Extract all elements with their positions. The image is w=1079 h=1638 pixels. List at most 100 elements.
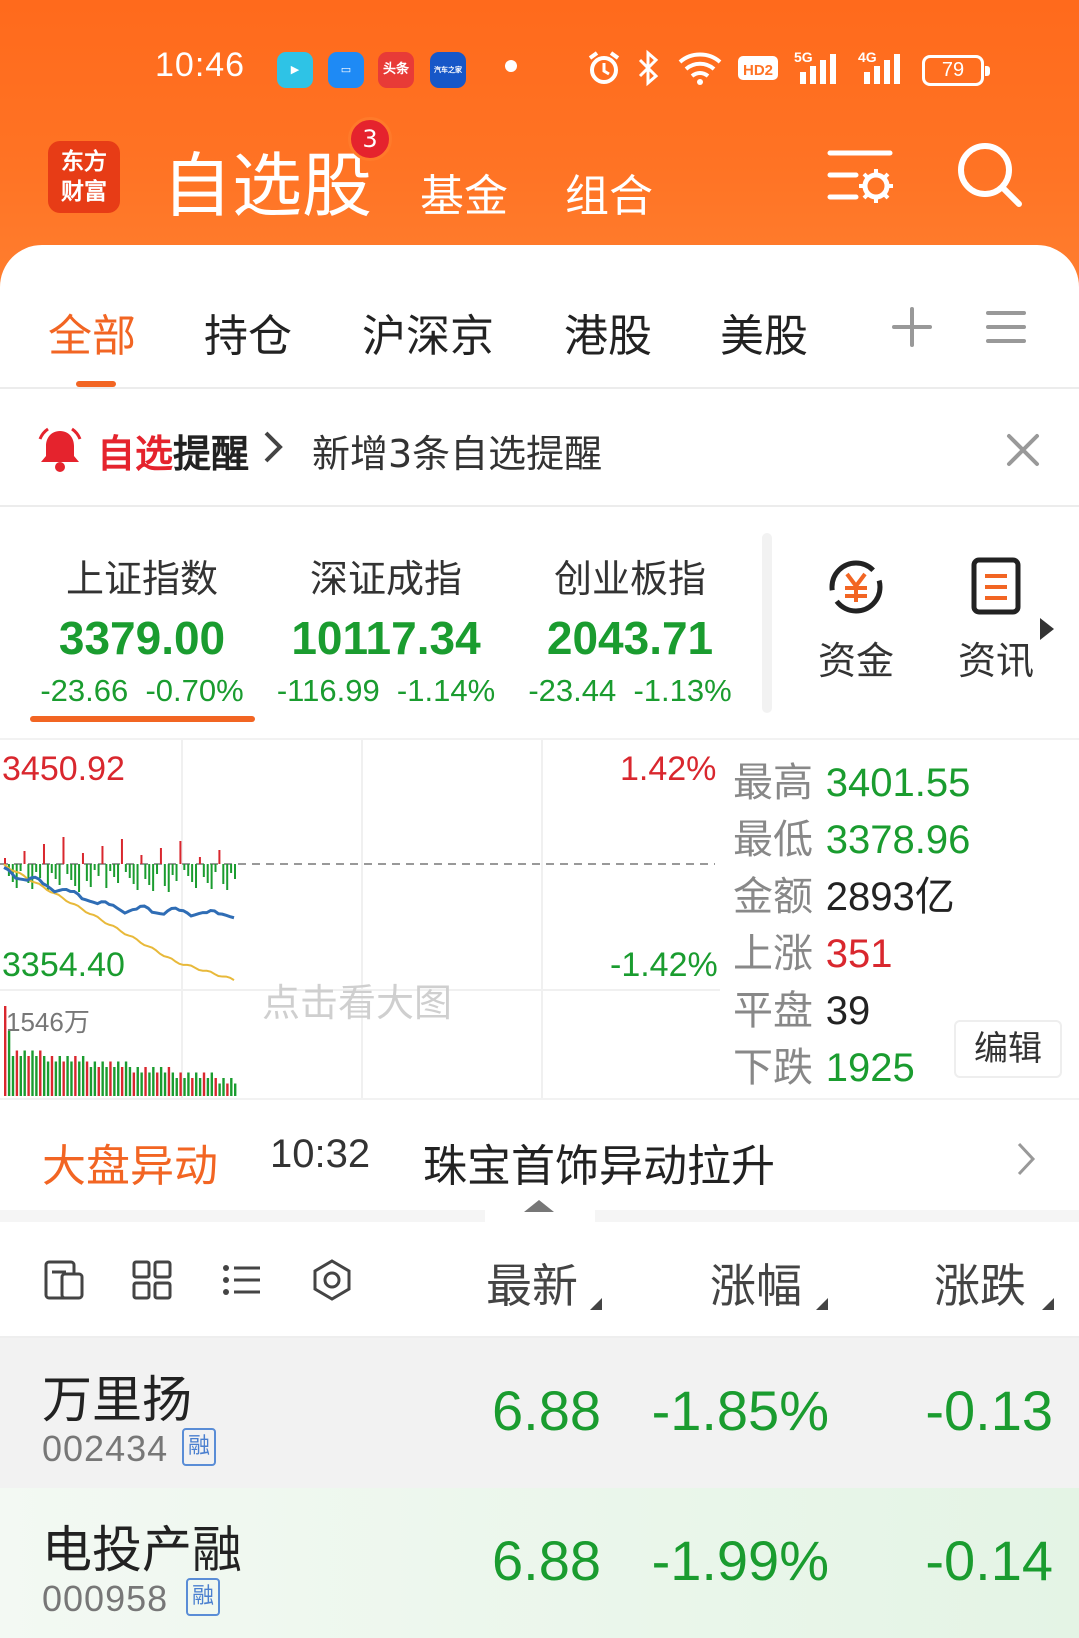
volume-bar	[132, 1072, 136, 1096]
tab-a-shares[interactable]: 沪深京	[362, 300, 494, 364]
index-name: 深证成指	[309, 557, 462, 601]
grid-view-icon[interactable]	[130, 1258, 174, 1302]
target-view-icon[interactable]	[310, 1258, 354, 1302]
scroll-right-icon[interactable]	[1040, 618, 1054, 640]
volume-bar	[191, 1078, 194, 1096]
volume-bar	[46, 1061, 50, 1096]
stock-change-pct: -1.85%	[651, 1379, 829, 1442]
diff-bar	[50, 864, 53, 873]
movement-title: 大盘异动	[42, 1141, 218, 1192]
tab-us-stocks[interactable]: 美股	[720, 300, 808, 364]
volume-bar	[120, 1067, 124, 1096]
index-szse[interactable]: 深证成指 10117.34 -116.99 -1.14%	[266, 548, 506, 709]
diff-bar	[191, 864, 194, 882]
col-change[interactable]: 涨跌	[934, 1250, 1026, 1316]
col-latest[interactable]: 最新	[486, 1250, 578, 1316]
index-chinext[interactable]: 创业板指 2043.71 -23.44 -1.13%	[510, 548, 750, 709]
bluetooth-icon	[638, 49, 659, 87]
diff-bar	[4, 858, 6, 864]
volume-bar	[35, 1056, 38, 1096]
stock-code: 002434	[42, 1428, 169, 1469]
alert-title: 提醒	[173, 432, 250, 476]
tab-portfolio[interactable]: 组合	[565, 160, 653, 224]
diff-bar	[152, 864, 155, 891]
autohome-app-icon: 汽车之家	[430, 52, 466, 88]
diff-bar	[15, 864, 18, 888]
market-tabs: 全部 持仓 沪深京 港股 美股	[0, 245, 1079, 389]
add-group-icon[interactable]	[890, 305, 934, 349]
menu-icon[interactable]	[986, 307, 1026, 347]
diff-bar	[230, 864, 233, 873]
tab-holdings[interactable]: 持仓	[204, 300, 292, 364]
logo-line2: 财富	[61, 179, 107, 205]
volume-bar	[175, 1078, 178, 1096]
volume-bar	[105, 1067, 108, 1096]
volume-bar	[101, 1061, 104, 1096]
volume-bar	[117, 1061, 120, 1096]
diff-bar	[179, 841, 182, 864]
stock-row[interactable]: 万里扬 002434 融 6.88 -1.85% -0.13	[0, 1338, 1079, 1488]
sort-icon	[590, 1298, 602, 1310]
tab-hk-stocks[interactable]: 港股	[564, 300, 652, 364]
index-name: 上证指数	[65, 557, 218, 601]
diff-bar	[187, 864, 190, 876]
volume-bar	[202, 1072, 206, 1096]
col-change-pct[interactable]: 涨幅	[710, 1250, 802, 1316]
volume-bar	[85, 1061, 89, 1096]
list-settings-icon[interactable]	[826, 145, 896, 209]
chevron-right-icon	[264, 431, 283, 463]
tab-watchlist[interactable]: 自选股	[162, 130, 372, 231]
market-movement-bar[interactable]: 大盘异动 10:32 珠宝首饰异动拉升	[0, 1098, 1079, 1210]
axis-low-pct-label: -1.42%	[610, 946, 718, 984]
news-button[interactable]: 资讯	[946, 556, 1046, 685]
volume-bar	[19, 1056, 22, 1096]
diff-bar	[206, 864, 209, 883]
diff-bar	[226, 864, 229, 890]
volume-bar	[7, 1031, 11, 1096]
card-view-icon[interactable]	[42, 1258, 86, 1302]
close-icon[interactable]	[1005, 432, 1041, 468]
axis-high-label: 3450.92	[2, 750, 125, 788]
tab-fund[interactable]: 基金	[420, 160, 508, 224]
volume-bar	[81, 1056, 85, 1096]
list-view-icon[interactable]	[220, 1258, 264, 1302]
sort-icon	[1042, 1298, 1054, 1310]
volume-bar	[226, 1083, 229, 1096]
capital-flow-button[interactable]: 资金	[806, 556, 906, 685]
intraday-chart[interactable]: 3450.92 3354.40 1.42% -1.42% 1546万 点击看大图…	[0, 738, 1079, 1098]
volume-bar	[31, 1050, 34, 1096]
search-icon[interactable]	[955, 140, 1025, 210]
diff-bar	[140, 855, 143, 864]
edit-button[interactable]: 编辑	[954, 1020, 1062, 1078]
diff-bar	[81, 853, 84, 864]
diff-bar	[35, 864, 38, 872]
volume-bar	[78, 1061, 81, 1096]
diff-bar	[202, 864, 205, 877]
volume-bar	[113, 1067, 116, 1096]
list-header: 最新 涨幅 涨跌	[0, 1222, 1079, 1338]
diff-bar	[23, 851, 26, 864]
diff-bar	[70, 864, 73, 880]
diff-bar	[210, 864, 213, 889]
volume-bar	[136, 1067, 139, 1096]
stat-low: 最低 3378.96	[733, 817, 971, 863]
volume-bar	[97, 1067, 100, 1096]
diff-bar	[19, 864, 22, 871]
stock-row[interactable]: 电投产融 000958 融 6.88 -1.99% -0.14	[0, 1488, 1079, 1638]
diff-bar	[39, 864, 42, 878]
volume-bar	[11, 1056, 15, 1096]
stock-price: 6.88	[492, 1379, 601, 1442]
stat-flat: 平盘 39	[733, 988, 871, 1034]
watchlist-alert-bar[interactable]: 自选 提醒 新增3条自选提醒	[0, 391, 1079, 507]
volume-bar	[124, 1061, 128, 1096]
diff-bar	[156, 864, 159, 874]
stat-amount: 金额 2893亿	[733, 874, 955, 920]
volume-bar	[195, 1072, 198, 1096]
diff-bar	[105, 864, 108, 888]
tab-all[interactable]: 全部	[48, 300, 136, 364]
index-sse[interactable]: 上证指数 3379.00 -23.66 -0.70%	[22, 548, 262, 709]
volume-bar	[156, 1072, 159, 1096]
diff-bar	[124, 864, 127, 872]
index-value: 2043.71	[546, 612, 714, 664]
stat-down: 下跌 1925	[733, 1045, 915, 1091]
